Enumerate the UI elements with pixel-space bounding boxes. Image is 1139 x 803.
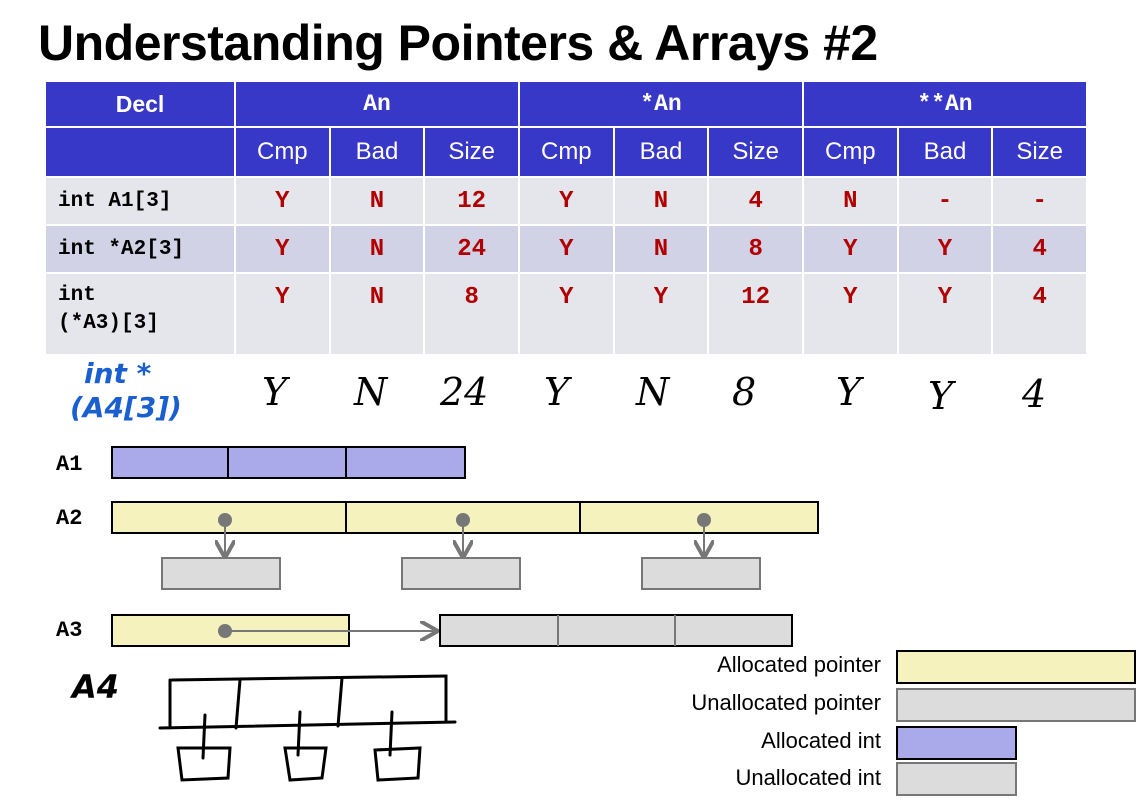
value-cell: 4: [993, 226, 1088, 274]
value-cell: N: [614, 226, 710, 274]
value-cell: 4: [709, 178, 804, 226]
decl-line: int: [58, 284, 96, 307]
value-cell: N: [330, 178, 426, 226]
handwritten-cell: Y: [262, 370, 288, 414]
table-row: int A1[3] Y N 12 Y N 4 N - -: [46, 178, 1088, 226]
value-cell: Y: [520, 178, 615, 226]
a4-handwritten-label: A4: [72, 668, 120, 706]
value-cell: -: [993, 178, 1088, 226]
legend-label: Unallocated pointer: [691, 690, 881, 715]
a2-label: A2: [56, 506, 83, 531]
subheader-cell: Cmp: [520, 128, 615, 178]
value-cell: Y: [614, 274, 710, 356]
legend-label: Allocated pointer: [717, 652, 881, 677]
table-header-row: Decl An *An **An: [46, 82, 1088, 128]
value-cell: N: [330, 226, 426, 274]
decl-line: (*A3)[3]: [58, 312, 159, 335]
table-subheader-row: Cmp Bad Size Cmp Bad Size Cmp Bad Size: [46, 128, 1088, 178]
value-cell: Y: [898, 274, 994, 356]
value-cell: Y: [520, 274, 615, 356]
header-star-star-an: **An: [804, 82, 1088, 128]
a4-handwritten-sketch: [158, 674, 457, 782]
decl-cell: int *A2[3]: [46, 226, 236, 274]
subheader-cell: Size: [993, 128, 1088, 178]
handwritten-decl-line1: int *: [84, 357, 152, 390]
value-cell: N: [804, 178, 899, 226]
legend-swatch-allocated-pointer: [896, 650, 1136, 684]
handwritten-cell: Y: [544, 370, 570, 414]
subheader-cell: Bad: [898, 128, 994, 178]
decl-cell: int A1[3]: [46, 178, 236, 226]
value-cell: -: [898, 178, 994, 226]
handwritten-cell: N: [354, 370, 388, 414]
subheader-blank: [46, 128, 236, 178]
legend-swatch-unallocated-pointer: [896, 688, 1136, 722]
handwritten-cell: Y: [928, 374, 954, 418]
handwritten-decl-line2: (A4[3]): [70, 391, 182, 424]
handwritten-cell: Y: [836, 370, 862, 414]
decl-cell: int (*A3)[3]: [46, 274, 236, 356]
header-star-an: *An: [520, 82, 804, 128]
header-decl: Decl: [46, 82, 236, 128]
a2-array: [111, 501, 819, 590]
value-cell: 12: [425, 178, 520, 226]
legend-swatch-allocated-int: [896, 726, 1017, 760]
a3-label: A3: [56, 618, 83, 643]
legend-swatch-unallocated-int: [896, 762, 1017, 796]
subheader-cell: Cmp: [236, 128, 331, 178]
value-cell: 4: [993, 274, 1088, 356]
value-cell: Y: [898, 226, 994, 274]
subheader-cell: Size: [709, 128, 804, 178]
a1-array: [111, 446, 466, 479]
value-cell: Y: [236, 178, 331, 226]
value-cell: 8: [709, 226, 804, 274]
table-row: int (*A3)[3] Y N 8 Y Y 12 Y Y 4: [46, 274, 1088, 356]
subheader-cell: Cmp: [804, 128, 899, 178]
handwritten-cell: 24: [440, 370, 489, 414]
legend-label: Allocated int: [761, 728, 881, 753]
value-cell: Y: [236, 274, 331, 356]
value-cell: Y: [520, 226, 615, 274]
value-cell: N: [330, 274, 426, 356]
value-cell: Y: [236, 226, 331, 274]
subheader-cell: Size: [425, 128, 520, 178]
a3-array: [111, 614, 793, 647]
handwritten-cell: 8: [732, 370, 757, 414]
subheader-cell: Bad: [614, 128, 710, 178]
value-cell: Y: [804, 226, 899, 274]
legend-label: Unallocated int: [735, 765, 881, 790]
pointer-array-table: Decl An *An **An Cmp Bad Size Cmp Bad Si…: [46, 82, 1088, 356]
a1-label: A1: [56, 452, 83, 477]
header-an: An: [236, 82, 520, 128]
subheader-cell: Bad: [330, 128, 426, 178]
value-cell: 24: [425, 226, 520, 274]
value-cell: 12: [709, 274, 804, 356]
table-row: int *A2[3] Y N 24 Y N 8 Y Y 4: [46, 226, 1088, 274]
handwritten-cell: N: [636, 370, 670, 414]
value-cell: Y: [804, 274, 899, 356]
value-cell: 8: [425, 274, 520, 356]
page-title: Understanding Pointers & Arrays #2: [38, 15, 878, 71]
handwritten-cell: 4: [1022, 372, 1047, 416]
value-cell: N: [614, 178, 710, 226]
